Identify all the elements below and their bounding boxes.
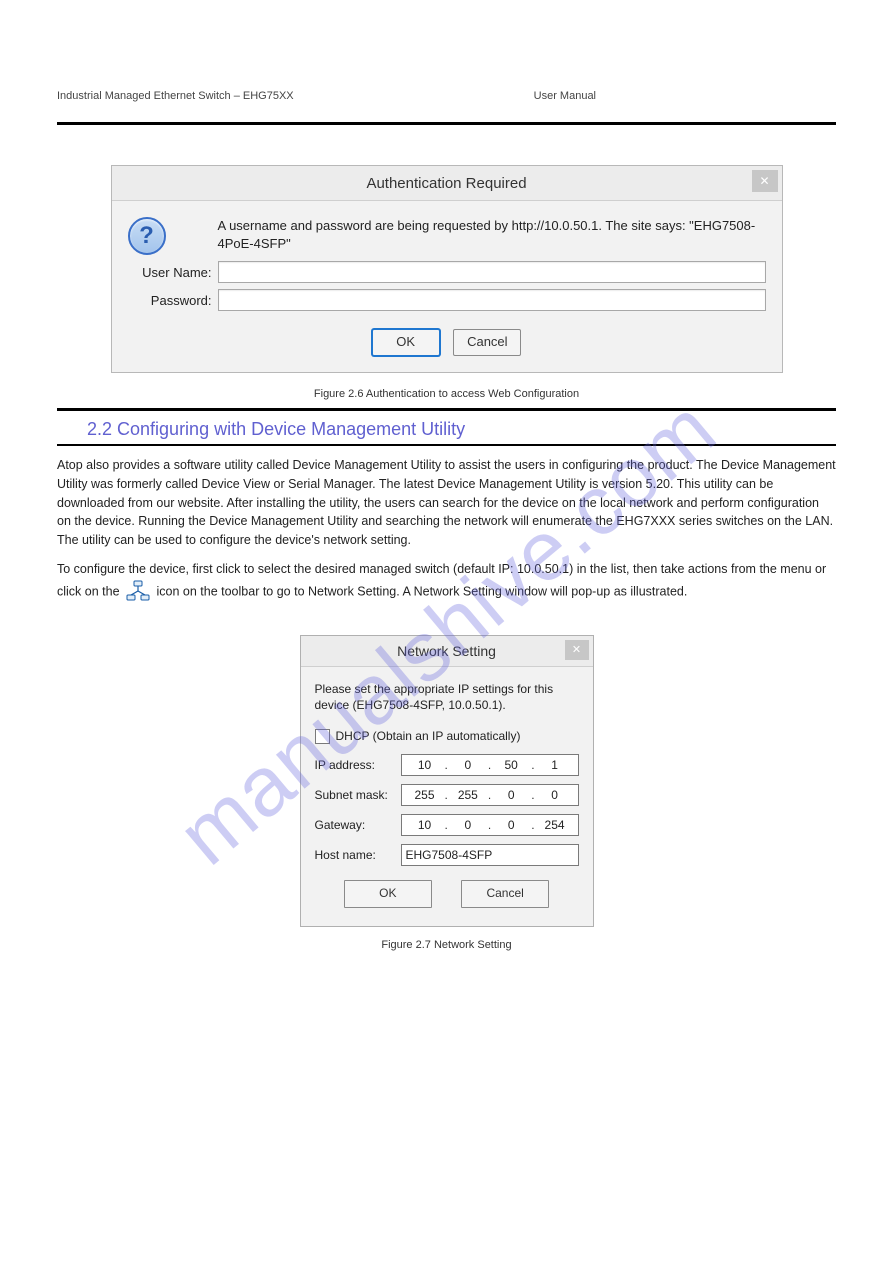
divider: [57, 444, 836, 446]
section-heading: 2.2 Configuring with Device Management U…: [87, 419, 836, 440]
divider: [57, 408, 836, 411]
password-label: Password:: [128, 293, 212, 308]
ok-button[interactable]: OK: [372, 329, 440, 356]
cancel-button[interactable]: Cancel: [461, 880, 549, 908]
network-setting-dialog: Network Setting ✕ Please set the appropr…: [300, 635, 594, 927]
network-icon: [125, 579, 151, 605]
dhcp-checkbox[interactable]: [315, 729, 330, 744]
gateway-label: Gateway:: [315, 818, 401, 832]
subnet-mask-label: Subnet mask:: [315, 788, 401, 802]
paragraph-1: Atop also provides a software utility ca…: [57, 456, 836, 550]
figure-caption-1: Figure 2.6 Authentication to access Web …: [57, 388, 836, 400]
question-icon: ?: [128, 215, 212, 255]
page-header: Industrial Managed Ethernet Switch – EHG…: [57, 90, 836, 102]
username-input[interactable]: [218, 261, 766, 283]
paragraph-2: To configure the device, first click to …: [57, 560, 836, 605]
subnet-mask-input[interactable]: 255. 255. 0. 0: [401, 784, 579, 806]
para2-after: icon on the toolbar to go to Network Set…: [157, 584, 688, 598]
net-title: Network Setting: [397, 643, 496, 659]
header-left: Industrial Managed Ethernet Switch – EHG…: [57, 90, 294, 102]
auth-titlebar: Authentication Required ✕: [112, 166, 782, 201]
auth-message: A username and password are being reques…: [218, 217, 766, 252]
ok-button[interactable]: OK: [344, 880, 432, 908]
net-titlebar: Network Setting ✕: [301, 636, 593, 667]
header-center: User Manual: [534, 90, 596, 102]
figure-caption-2: Figure 2.7 Network Setting: [57, 939, 836, 951]
close-icon[interactable]: ✕: [752, 170, 778, 192]
divider: [57, 122, 836, 125]
cancel-button[interactable]: Cancel: [453, 329, 521, 356]
close-icon[interactable]: ✕: [565, 640, 589, 660]
username-label: User Name:: [128, 265, 212, 280]
ip-address-input[interactable]: 10. 0. 50. 1: [401, 754, 579, 776]
auth-dialog: Authentication Required ✕ ? A username a…: [111, 165, 783, 373]
hostname-label: Host name:: [315, 848, 401, 862]
password-input[interactable]: [218, 289, 766, 311]
net-message: Please set the appropriate IP settings f…: [315, 681, 579, 713]
hostname-input[interactable]: EHG7508-4SFP: [401, 844, 579, 866]
gateway-input[interactable]: 10. 0. 0. 254: [401, 814, 579, 836]
dhcp-label: DHCP (Obtain an IP automatically): [336, 729, 521, 743]
ip-address-label: IP address:: [315, 758, 401, 772]
auth-title: Authentication Required: [366, 175, 526, 192]
